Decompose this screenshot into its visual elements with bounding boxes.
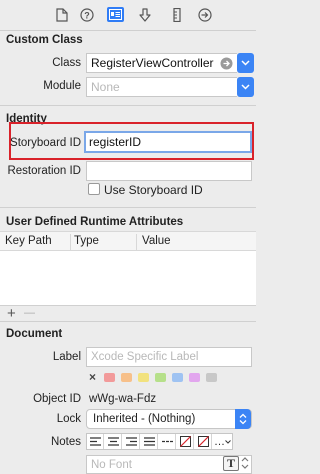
align-left-icon[interactable] bbox=[87, 434, 104, 449]
storyboard-id-field[interactable]: registerID bbox=[84, 131, 252, 153]
arrow-circle-icon bbox=[220, 57, 232, 69]
document-title: Document bbox=[6, 328, 63, 340]
background-color-icon[interactable] bbox=[195, 434, 212, 449]
class-dropdown-button[interactable] bbox=[237, 53, 254, 73]
swatch-green[interactable] bbox=[155, 373, 166, 382]
divider bbox=[0, 207, 256, 208]
remove-attribute-button[interactable]: — bbox=[24, 307, 35, 319]
add-attribute-button[interactable]: + bbox=[7, 305, 16, 322]
object-id-label: Object ID bbox=[33, 393, 81, 405]
storyboard-id-label: Storyboard ID bbox=[10, 137, 81, 149]
swatch-gray[interactable] bbox=[206, 373, 217, 382]
class-label: Class bbox=[52, 57, 81, 69]
restoration-id-field[interactable] bbox=[86, 161, 252, 181]
go-to-class-button[interactable] bbox=[218, 55, 234, 71]
size-icon[interactable] bbox=[170, 8, 184, 22]
up-down-chevron-icon bbox=[239, 413, 247, 425]
lock-stepper[interactable] bbox=[235, 409, 251, 429]
swatch-yellow[interactable] bbox=[138, 373, 149, 382]
restoration-id-label: Restoration ID bbox=[7, 165, 81, 177]
runtime-attributes-table-header: Key Path Type Value bbox=[0, 231, 256, 251]
lock-popup[interactable]: Inherited - (Nothing) bbox=[86, 409, 252, 429]
swatch-orange[interactable] bbox=[121, 373, 132, 382]
chevron-down-icon bbox=[241, 84, 250, 90]
divider bbox=[0, 321, 256, 322]
module-field[interactable]: None bbox=[86, 77, 237, 97]
custom-class-title: Custom Class bbox=[6, 34, 83, 46]
inspector-toolbar: ? bbox=[0, 0, 256, 31]
lock-value: Inherited - (Nothing) bbox=[93, 413, 196, 425]
font-picker-icon[interactable]: T bbox=[223, 456, 239, 471]
column-type[interactable]: Type bbox=[74, 235, 99, 247]
identity-icon[interactable] bbox=[107, 7, 124, 22]
lock-label: Lock bbox=[56, 413, 81, 425]
divider bbox=[0, 105, 256, 106]
align-right-icon[interactable] bbox=[123, 434, 140, 449]
swatch-blue[interactable] bbox=[172, 373, 183, 382]
chevron-down-icon bbox=[225, 439, 231, 444]
align-justify-icon[interactable] bbox=[141, 434, 158, 449]
connections-icon[interactable] bbox=[198, 8, 212, 22]
file-icon[interactable] bbox=[55, 8, 69, 22]
font-stepper[interactable] bbox=[241, 456, 251, 471]
notes-label: Notes bbox=[50, 436, 81, 448]
help-icon[interactable]: ? bbox=[80, 8, 94, 22]
object-id-value: wWg-wa-Fdz bbox=[89, 393, 157, 405]
column-key-path[interactable]: Key Path bbox=[5, 235, 52, 247]
notes-format-bar: … bbox=[86, 433, 233, 450]
module-label: Module bbox=[43, 80, 81, 92]
up-down-chevron-icon bbox=[241, 457, 249, 469]
align-center-icon[interactable] bbox=[105, 434, 122, 449]
runtime-attributes-table-body[interactable] bbox=[0, 251, 256, 305]
use-storyboard-id-checkbox[interactable] bbox=[88, 183, 100, 195]
document-label-label: Label bbox=[52, 351, 81, 363]
document-label-field[interactable]: Xcode Specific Label bbox=[86, 347, 252, 367]
use-storyboard-id-label: Use Storyboard ID bbox=[104, 183, 203, 197]
chevron-down-icon bbox=[241, 60, 250, 66]
svg-text:?: ? bbox=[84, 11, 90, 21]
column-value[interactable]: Value bbox=[142, 235, 171, 247]
class-field[interactable]: RegisterViewController bbox=[86, 53, 237, 73]
swatch-red[interactable] bbox=[104, 373, 115, 382]
clear-color-button[interactable]: × bbox=[89, 370, 96, 384]
no-color-icon[interactable] bbox=[177, 434, 194, 449]
align-natural-icon[interactable] bbox=[159, 434, 176, 449]
attributes-icon[interactable] bbox=[138, 8, 152, 22]
more-options-button[interactable]: … bbox=[213, 434, 232, 449]
module-dropdown-button[interactable] bbox=[237, 77, 254, 97]
swatch-purple[interactable] bbox=[189, 373, 200, 382]
runtime-attributes-title: User Defined Runtime Attributes bbox=[6, 216, 184, 228]
more-label: … bbox=[214, 435, 225, 448]
